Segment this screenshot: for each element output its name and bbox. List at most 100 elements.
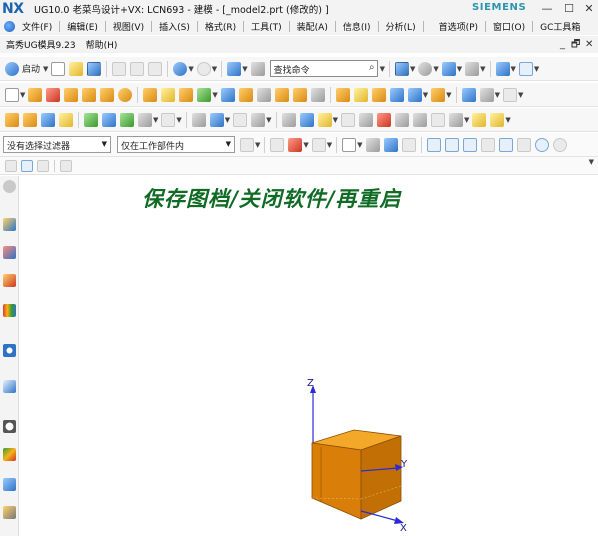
redo-icon[interactable]	[196, 61, 211, 76]
selection-filter-select[interactable]: 没有选择过滤器 ▼	[3, 136, 111, 153]
start-button[interactable]: 启动	[22, 62, 40, 75]
cut-icon[interactable]	[112, 61, 127, 76]
chevron-down-icon[interactable]: ▼	[423, 91, 428, 99]
text-icon[interactable]	[502, 87, 517, 102]
select-view-icon[interactable]	[365, 137, 380, 152]
filter-options-icon[interactable]	[240, 137, 254, 152]
pattern-icon[interactable]	[407, 87, 422, 102]
trim-body-icon[interactable]	[335, 87, 350, 102]
layer-icon[interactable]	[465, 61, 480, 76]
menu-preferences[interactable]: 首选项(P)	[434, 20, 483, 33]
boss-icon[interactable]	[161, 87, 176, 102]
constraint-navigator-icon[interactable]	[3, 246, 16, 259]
point-icon[interactable]	[233, 112, 248, 127]
web-browser-icon[interactable]	[3, 344, 16, 357]
split-body-icon[interactable]	[353, 87, 368, 102]
chevron-down-icon[interactable]: ▼	[534, 65, 539, 73]
measure-icon[interactable]	[209, 112, 224, 127]
app-menu-icon[interactable]	[4, 21, 15, 32]
system-scenes-icon[interactable]	[3, 506, 16, 519]
revolve-icon[interactable]	[46, 87, 61, 102]
patch-icon[interactable]	[23, 112, 37, 127]
move-face-icon[interactable]	[461, 87, 476, 102]
through-curves-icon[interactable]	[59, 112, 73, 127]
palette-icon[interactable]	[3, 448, 16, 461]
chamfer-icon[interactable]	[292, 87, 307, 102]
sphere-icon[interactable]	[118, 87, 133, 102]
delete-face-icon[interactable]	[376, 112, 391, 127]
chevron-down-icon[interactable]: ▼	[511, 65, 516, 73]
menu-insert[interactable]: 插入(S)	[154, 20, 195, 33]
chevron-down-icon[interactable]: ▼	[176, 116, 181, 124]
history-icon[interactable]	[3, 380, 16, 393]
paste-icon[interactable]	[148, 61, 163, 76]
shaded-view-icon[interactable]	[441, 61, 456, 76]
new-file-icon[interactable]	[51, 61, 66, 76]
snap-center-icon[interactable]	[534, 137, 549, 152]
unite-icon[interactable]	[220, 87, 235, 102]
snap-midpoint-icon[interactable]	[498, 137, 513, 152]
part-navigator-icon[interactable]	[3, 274, 16, 287]
command-finder-icon[interactable]	[250, 61, 265, 76]
n-sided-icon[interactable]	[120, 112, 134, 127]
extract-icon[interactable]	[161, 112, 176, 127]
pen-icon[interactable]	[299, 112, 314, 127]
clock-icon[interactable]	[3, 420, 16, 433]
chevron-down-icon[interactable]: ▼	[433, 65, 438, 73]
snap-curve-icon[interactable]	[462, 137, 477, 152]
chevron-down-icon[interactable]: ▼	[505, 116, 510, 124]
chevron-down-icon[interactable]: ▼	[446, 91, 451, 99]
table-icon[interactable]	[394, 61, 409, 76]
chevron-down-icon[interactable]: ▼	[327, 141, 332, 149]
cylinder-icon[interactable]	[82, 87, 97, 102]
thicken-icon[interactable]	[41, 112, 55, 127]
chevron-down-icon[interactable]: ▼	[380, 65, 385, 73]
chevron-down-icon[interactable]: ▼	[153, 116, 158, 124]
maximize-button[interactable]: ☐	[560, 0, 578, 18]
doc-minimize-button[interactable]: _	[560, 36, 565, 53]
cone-icon[interactable]	[100, 87, 115, 102]
search-icon[interactable]: ⌕	[369, 62, 375, 73]
wave-link-icon[interactable]	[317, 112, 332, 127]
mold-wizard-icon[interactable]	[472, 112, 487, 127]
doc-close-button[interactable]: ✕	[585, 36, 593, 53]
menu-file[interactable]: 文件(F)	[17, 20, 57, 33]
pocket-icon[interactable]	[179, 87, 194, 102]
menu-help[interactable]: 帮助(H)	[81, 38, 123, 51]
chevron-down-icon[interactable]: ▼	[495, 91, 500, 99]
save-icon[interactable]	[87, 61, 102, 76]
sew-icon[interactable]	[5, 112, 19, 127]
chevron-down-icon[interactable]: ▼	[188, 65, 193, 73]
chevron-down-icon[interactable]: ▼	[518, 91, 523, 99]
select-feature-icon[interactable]	[288, 137, 303, 152]
transform-icon[interactable]	[191, 112, 206, 127]
menu-assembly[interactable]: 装配(A)	[292, 20, 333, 33]
menu-format[interactable]: 格式(R)	[200, 20, 241, 33]
swept-icon[interactable]	[84, 112, 98, 127]
assembly-navigator-icon[interactable]	[3, 218, 16, 231]
settings-icon[interactable]	[3, 180, 16, 193]
intersect-icon[interactable]	[256, 87, 271, 102]
draft-icon[interactable]	[389, 87, 404, 102]
chevron-down-icon[interactable]: ▼	[212, 65, 217, 73]
general-selection-icon[interactable]	[270, 137, 285, 152]
chevron-down-icon[interactable]: ▼	[225, 116, 230, 124]
snap-settings-icon[interactable]	[518, 61, 533, 76]
menu-window[interactable]: 窗口(O)	[488, 20, 530, 33]
snap-endpoint-icon[interactable]	[426, 137, 441, 152]
section-view-icon[interactable]	[358, 112, 373, 127]
plus-icon[interactable]	[5, 159, 17, 172]
chevron-down-icon[interactable]: ▼	[255, 141, 260, 149]
extrude-icon[interactable]	[28, 87, 43, 102]
grid-icon[interactable]	[60, 159, 72, 172]
pencil-icon[interactable]	[21, 159, 33, 172]
menu-information[interactable]: 信息(I)	[338, 20, 376, 33]
database-icon[interactable]	[495, 61, 510, 76]
view-orient-icon[interactable]	[37, 159, 49, 172]
list-icon[interactable]	[281, 112, 296, 127]
mirror-icon[interactable]	[431, 87, 446, 102]
cube-right-face[interactable]	[360, 435, 402, 520]
selection-scope-select[interactable]: 仅在工作部件内 ▼	[117, 136, 235, 153]
pad-icon[interactable]	[197, 87, 212, 102]
snap-line-icon[interactable]	[444, 137, 459, 152]
